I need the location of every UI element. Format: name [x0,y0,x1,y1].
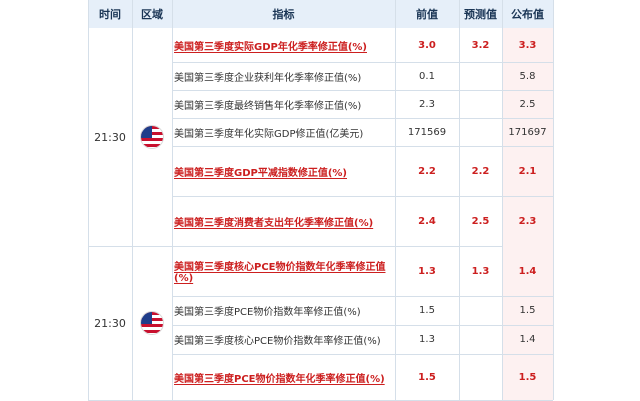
us-flag-icon [141,312,163,334]
indicator-name[interactable]: 美国第三季度GDP平减指数修正值(%) [172,146,396,196]
indicator-name[interactable]: 美国第三季度PCE物价指数年化季率修正值(%) [172,354,396,400]
indicator-name[interactable]: 美国第三季度PCE物价指数年率修正值(%) [172,296,396,325]
indicator-name[interactable]: 美国第三季度最终销售年化季率修正值(%) [172,90,396,118]
indicator-name[interactable]: 美国第三季度年化实际GDP修正值(亿美元) [172,118,396,146]
event-time: 21:30 [94,316,126,330]
indicator-name[interactable]: 美国第三季度实际GDP年化季率修正值(%) [172,28,396,62]
previous-value: 1.3 [419,334,435,345]
column-divider [172,0,173,400]
actual-value: 1.5 [518,371,537,383]
previous-value: 171569 [407,126,447,138]
actual-value: 2.1 [518,165,537,177]
column-divider [395,0,396,400]
indicator-name[interactable]: 美国第三季度企业获利年化季率修正值(%) [172,62,396,90]
header-previous: 前值 [395,0,459,28]
previous-value: 2.4 [418,215,436,227]
indicator-name[interactable]: 美国第三季度消费者支出年化季率修正值(%) [172,196,396,246]
forecast-value: 2.2 [471,165,490,177]
forecast-value [459,62,502,90]
forecast-value [459,325,502,354]
header-actual: 公布值 [502,0,553,28]
header-region: 区域 [132,0,172,28]
previous-value: 1.5 [418,371,436,383]
actual-value: 1.5 [519,305,536,316]
header-time: 时间 [88,0,132,28]
economic-calendar-table: 时间 区域 指标 前值 预测值 公布值 21:30 美国第三季度实际GDP年化季率… [0,0,640,401]
forecast-value: 3.2 [471,39,490,51]
actual-value: 1.4 [518,265,537,277]
event-time: 21:30 [94,130,126,144]
region-cell [132,28,172,246]
actual-value: 5.8 [519,70,536,82]
column-divider [88,0,89,400]
previous-value: 2.3 [419,98,435,110]
actual-value: 2.3 [518,215,537,227]
previous-value: 1.5 [419,305,435,316]
header-indicator: 指标 [172,0,395,28]
actual-value: 1.4 [519,334,536,345]
indicator-name[interactable]: 美国第三季度核心PCE物价指数年率修正值(%) [172,325,396,354]
actual-value: 2.5 [519,98,536,110]
forecast-value: 1.3 [471,265,490,277]
forecast-value [459,118,502,146]
previous-value: 3.0 [418,39,436,51]
column-divider [459,0,460,400]
column-divider [502,0,503,400]
column-divider [553,0,554,400]
indicator-name[interactable]: 美国第三季度核心PCE物价指数年化季率修正值(%) [172,246,396,296]
forecast-value [459,296,502,325]
previous-value: 0.1 [419,70,435,82]
forecast-value: 2.5 [471,215,490,227]
header-forecast: 预测值 [459,0,502,28]
region-cell [132,246,172,400]
previous-value: 1.3 [418,265,436,277]
actual-value: 3.3 [518,39,537,51]
column-divider [132,0,133,400]
forecast-value [459,354,502,400]
us-flag-icon [141,126,163,148]
actual-value: 171697 [508,126,547,138]
previous-value: 2.2 [418,165,436,177]
forecast-value [459,90,502,118]
